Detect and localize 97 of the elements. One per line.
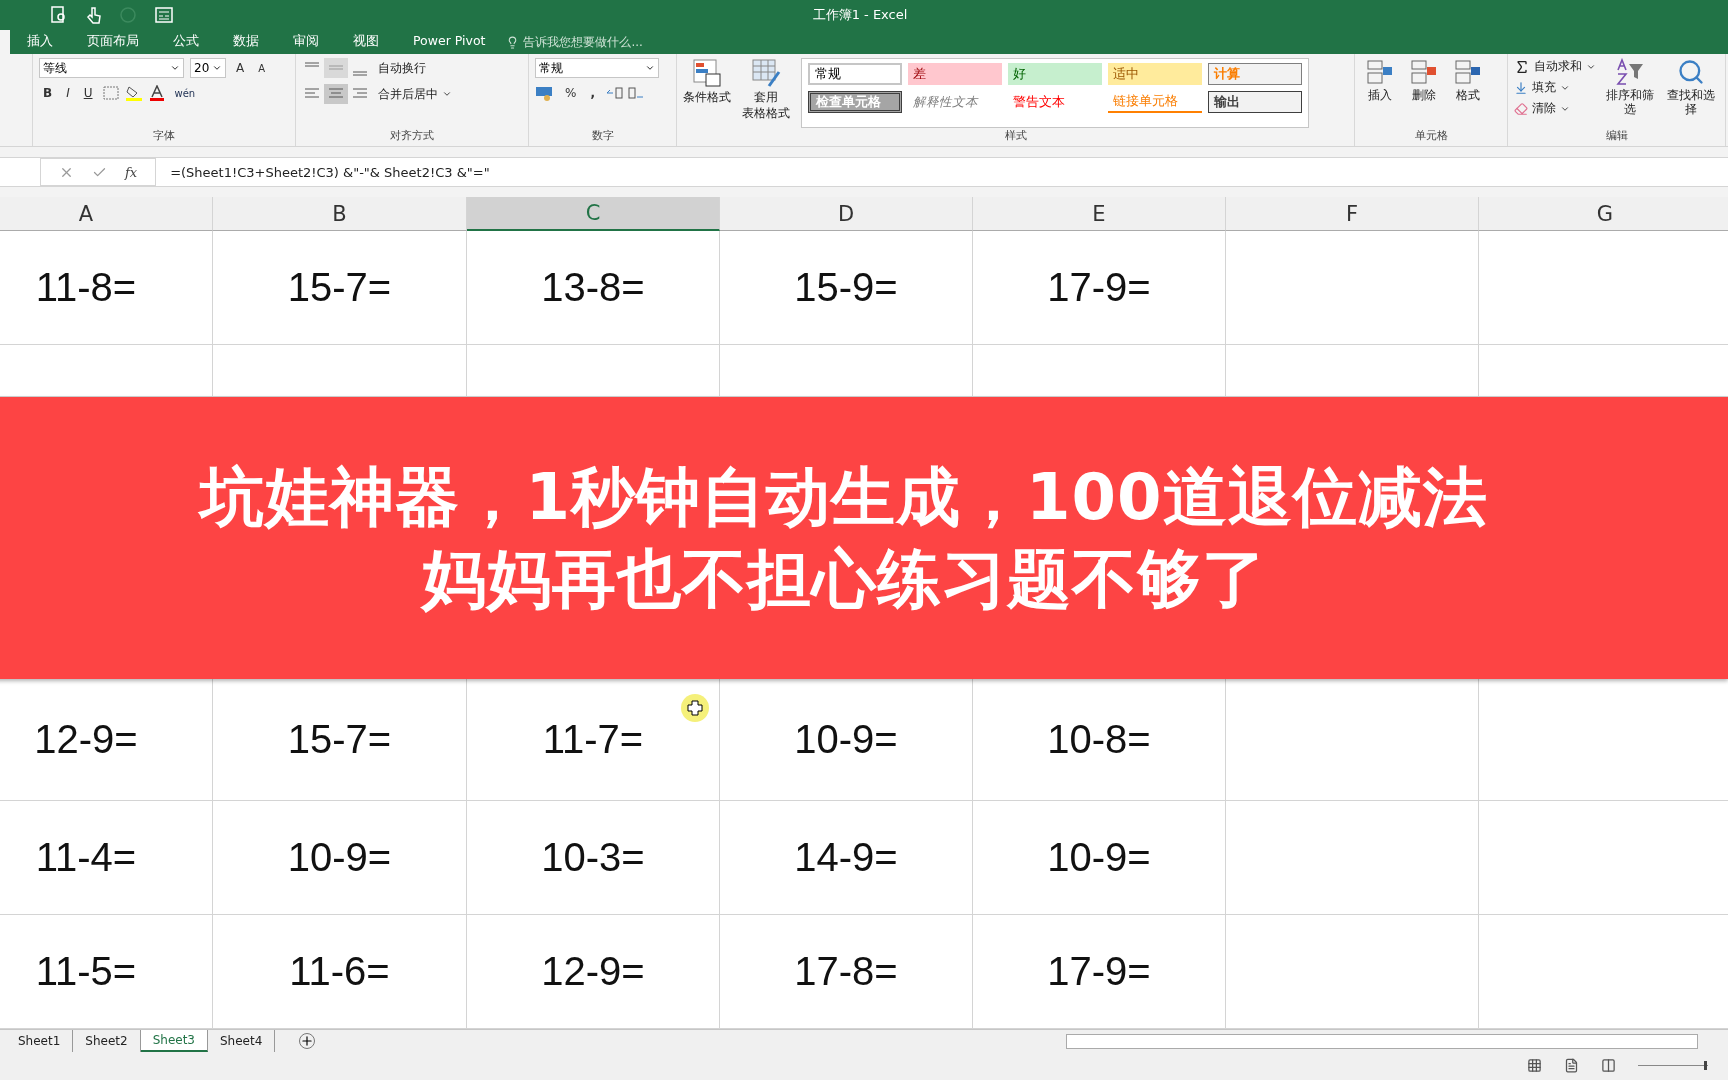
page-break-icon[interactable] — [1601, 1058, 1616, 1074]
table-cell: 10-9= — [213, 801, 467, 916]
sheet-tab[interactable]: Sheet4 — [208, 1030, 276, 1052]
table-brush-icon — [751, 58, 781, 89]
format-cells-icon — [1453, 58, 1483, 87]
clear-button[interactable]: 清除 — [1514, 100, 1596, 118]
format-as-table-button[interactable]: 套用 表格格式 — [737, 58, 795, 129]
wrap-text-button[interactable]: 自动换行 — [378, 59, 426, 77]
cell-style-item[interactable]: 好 — [1008, 63, 1102, 86]
table-cell: 10-9= — [973, 801, 1226, 916]
column-header[interactable]: E — [973, 197, 1226, 232]
decimal-icons[interactable] — [604, 85, 645, 102]
group-label: 编辑 — [1604, 128, 1629, 145]
touch-mode-icon[interactable] — [86, 6, 102, 25]
sort-filter-icon — [1614, 58, 1645, 87]
column-header[interactable]: G — [1479, 197, 1728, 232]
grow-font-button[interactable]: A — [232, 59, 249, 78]
format-cells-button[interactable]: 格式 — [1449, 58, 1487, 129]
table-cell: 10-3= — [467, 801, 720, 916]
find-select-button[interactable]: 查找和选择 — [1663, 58, 1719, 129]
column-header[interactable]: F — [1226, 197, 1479, 232]
insert-cells-button[interactable]: 插入 — [1361, 58, 1399, 129]
table-cell: 11-8= — [0, 231, 213, 346]
zoom-slider-thumb[interactable] — [1703, 1061, 1707, 1071]
column-header[interactable]: B — [213, 197, 467, 232]
font-color-icon[interactable] — [148, 85, 165, 102]
fill-button[interactable]: 填充 — [1514, 79, 1596, 97]
ribbon-tab[interactable]: 页面布局 — [70, 30, 156, 55]
group-label: 单元格 — [1413, 128, 1449, 145]
horizontal-scrollbar[interactable] — [1066, 1034, 1698, 1050]
sheet-tab[interactable]: Sheet1 — [6, 1030, 74, 1052]
sigma-icon — [1514, 58, 1530, 75]
caption-text: 妈妈再也不担心练习题不够了 — [421, 541, 1267, 618]
ribbon-tab[interactable]: 插入 — [10, 30, 70, 55]
sort-filter-button[interactable]: 排序和筛选 — [1602, 58, 1658, 129]
table-cell: 14-9= — [720, 801, 973, 916]
conditional-format-button[interactable]: 条件格式 — [683, 58, 731, 129]
table-cell: 17-9= — [973, 231, 1226, 346]
column-header[interactable]: D — [720, 197, 973, 232]
cell-style-item[interactable]: 解释性文本 — [908, 91, 1002, 114]
caption-text: 坑娃神器，1秒钟自动生成，100道退位减法 — [200, 459, 1488, 536]
table-cell: 10-8= — [973, 679, 1226, 802]
fill-color-icon[interactable] — [124, 85, 143, 102]
ribbon-tab[interactable]: 审阅 — [276, 30, 336, 55]
formula-field[interactable]: =(Sheet1!C3+Sheet2!C3) &"-"& Sheet2!C3 &"=" — [156, 164, 490, 180]
cell-style-item[interactable]: 警告文本 — [1008, 91, 1102, 114]
cell-style-item[interactable]: 差 — [908, 63, 1002, 86]
phonetic-button[interactable]: wén — [170, 85, 200, 101]
cell-style-item[interactable]: 常规 — [808, 63, 902, 86]
cursor-icon — [680, 693, 710, 723]
group-label: 样式 — [1003, 128, 1028, 145]
number-format-field[interactable]: 常规 — [535, 58, 659, 79]
shrink-font-button[interactable]: A — [254, 60, 270, 76]
delete-cells-button[interactable]: 删除 — [1405, 58, 1443, 129]
sheet-tab[interactable]: Sheet3 — [140, 1030, 208, 1052]
table-cell: 10-9= — [720, 679, 973, 802]
group-label: 数字 — [590, 128, 615, 145]
table-cell: 15-7= — [213, 679, 467, 802]
table-cell: 15-9= — [720, 231, 973, 346]
font-name-field[interactable]: 等线 — [39, 58, 184, 79]
table-cell: 12-9= — [0, 679, 213, 802]
table-cell: 11-4= — [0, 801, 213, 916]
sheet-tab[interactable]: Sheet2 — [73, 1030, 141, 1052]
ribbon-tab[interactable]: 数据 — [216, 30, 276, 55]
page-layout-icon[interactable] — [1564, 1058, 1579, 1074]
print-preview-icon[interactable] — [50, 6, 68, 25]
cell-style-item[interactable]: 适中 — [1108, 63, 1202, 86]
table-cell: 15-7= — [213, 231, 467, 346]
window-title: 工作簿1 - Excel — [812, 6, 909, 25]
group-label: 字体 — [152, 128, 176, 145]
insert-function-button[interactable]: fx — [125, 164, 138, 180]
autosum-button[interactable]: 自动求和 — [1514, 58, 1596, 76]
column-header[interactable]: A — [0, 197, 213, 232]
eraser-icon — [1514, 101, 1528, 116]
ribbon-tab[interactable]: Power Pivot — [396, 30, 503, 55]
font-size-field[interactable]: 20 — [190, 58, 226, 79]
insert-cells-icon — [1365, 58, 1395, 87]
underline-button[interactable]: U — [79, 84, 97, 103]
comma-button[interactable]: , — [586, 84, 599, 103]
column-header[interactable]: C — [467, 197, 720, 232]
search-icon — [1677, 58, 1706, 87]
delete-cells-icon — [1409, 58, 1439, 87]
currency-icon[interactable] — [535, 85, 555, 102]
merge-center-button[interactable]: 合并后居中 — [378, 85, 452, 103]
bold-button[interactable]: B — [39, 84, 57, 103]
ribbon-tab[interactable]: 公式 — [156, 30, 216, 55]
cell-style-item[interactable]: 输出 — [1208, 91, 1302, 114]
form-icon[interactable] — [154, 6, 174, 25]
italic-button[interactable]: I — [62, 84, 74, 103]
normal-view-icon[interactable] — [1527, 1058, 1542, 1074]
group-label: 对齐方式 — [389, 128, 435, 145]
ribbon-tab[interactable]: 视图 — [336, 30, 396, 55]
tell-me-field[interactable]: 告诉我您想要做什么... — [502, 30, 643, 55]
fill-down-icon — [1514, 80, 1528, 95]
table-cell: 13-8= — [467, 231, 720, 346]
conditional-format-icon — [692, 58, 722, 89]
percent-button[interactable]: % — [561, 84, 581, 103]
